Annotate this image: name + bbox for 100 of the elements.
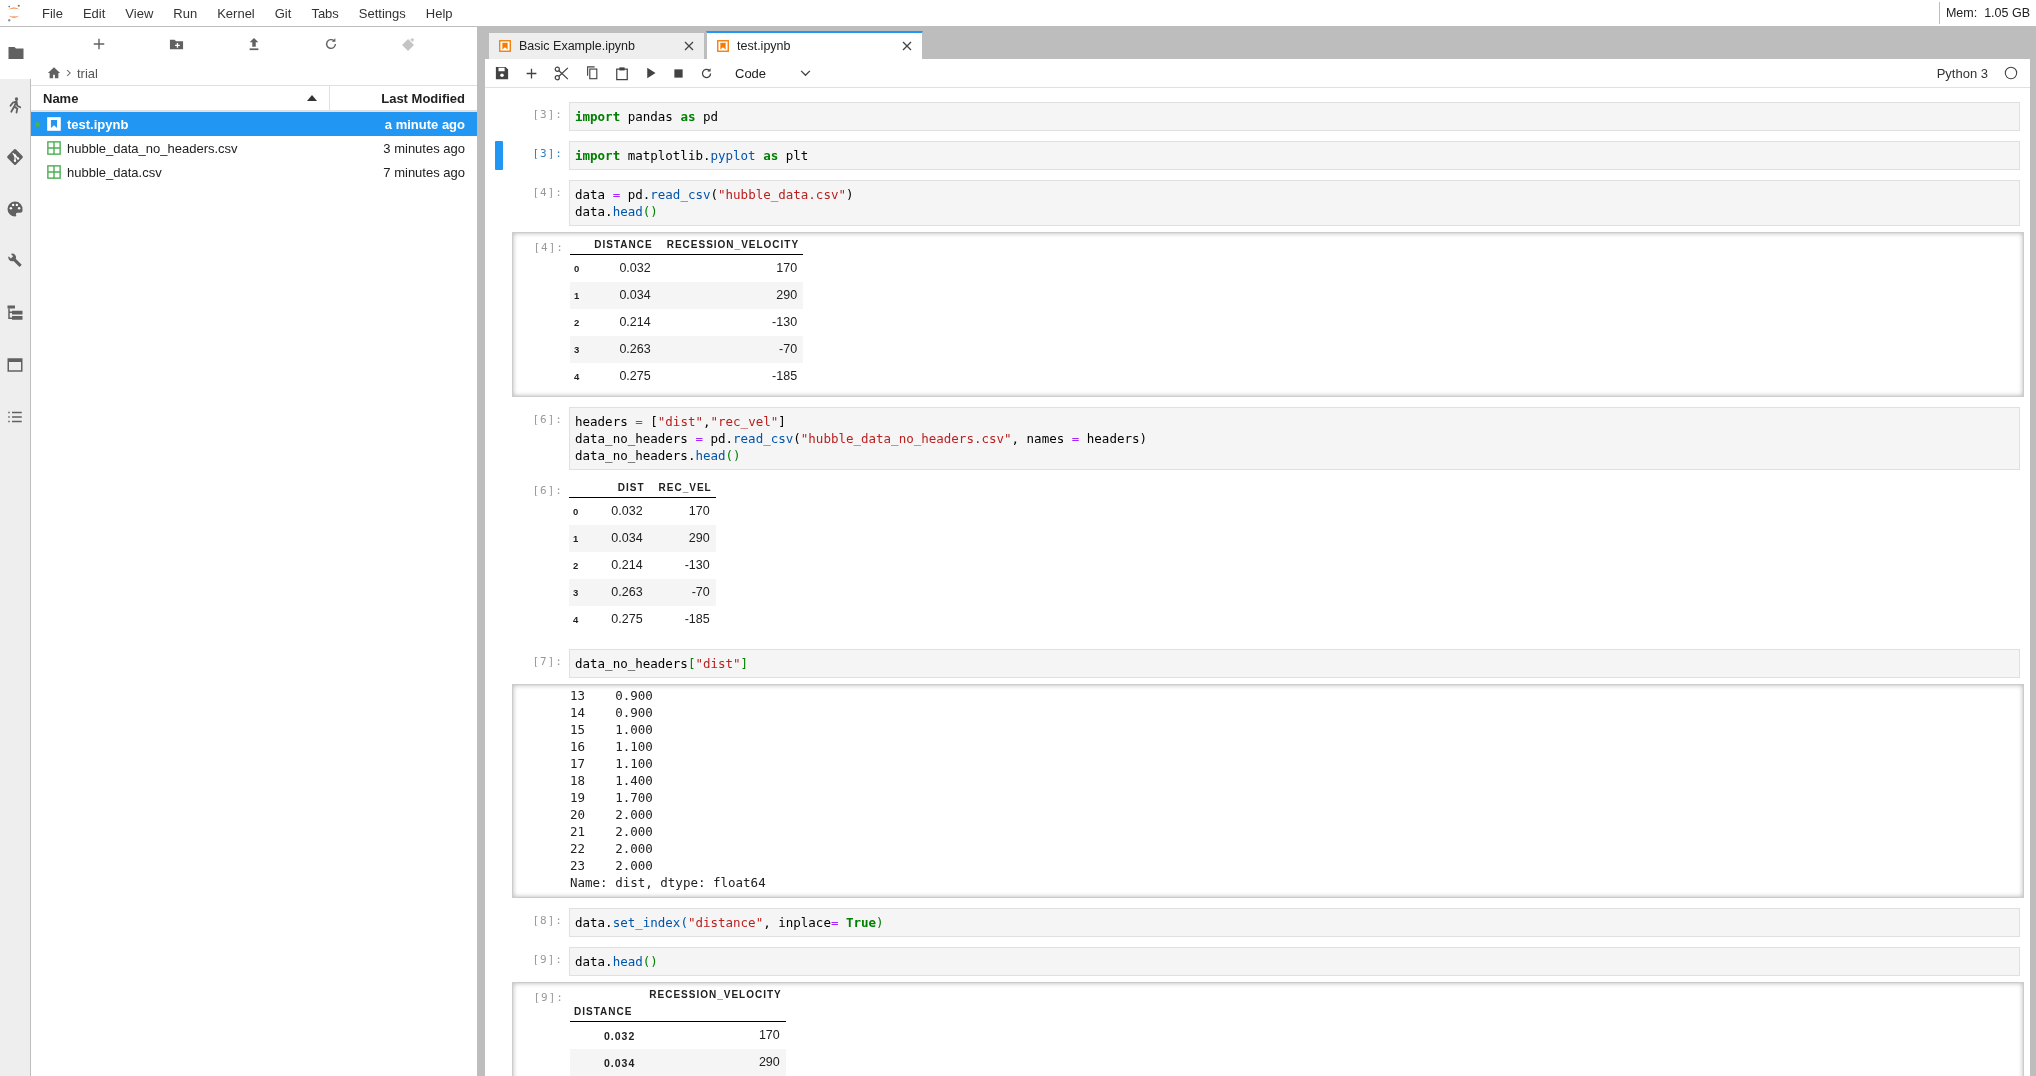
- copy-icon[interactable]: [585, 66, 599, 80]
- output-line: 22 2.000: [570, 840, 654, 857]
- table-cell: 0.263: [583, 579, 649, 606]
- input-prompt: [6]:: [531, 412, 564, 428]
- code-line: data.head(): [575, 953, 659, 970]
- plus-icon[interactable]: [525, 66, 538, 80]
- table-cell: -130: [656, 309, 804, 336]
- table-cell: 0.214: [584, 309, 657, 336]
- code-editor[interactable]: data = pd.read_csv("hubble_data.csv") data.head(): [569, 180, 2020, 226]
- table-cell: 0.032: [584, 254, 657, 282]
- table-cell: 0.263: [584, 336, 657, 363]
- cell-type-dropdown[interactable]: Code: [735, 65, 812, 81]
- breadcrumb-link[interactable]: trial: [77, 65, 98, 81]
- file-name: hubble_data.csv: [67, 164, 163, 180]
- table-cell: 290: [639, 1049, 786, 1076]
- output-line: 19 1.700: [570, 789, 654, 806]
- stop-icon[interactable]: [673, 67, 684, 79]
- folder-icon: [6, 44, 25, 62]
- output-line: 20 2.000: [570, 806, 654, 823]
- output-line: 23 2.000: [570, 857, 654, 874]
- tab-label: test.ipynb: [737, 39, 792, 53]
- refresh-icon[interactable]: [700, 66, 713, 80]
- run-icon[interactable]: [645, 67, 657, 79]
- code-editor[interactable]: data.head(): [569, 947, 2020, 976]
- activity-tab[interactable]: [0, 27, 31, 79]
- save-icon[interactable]: [495, 66, 509, 80]
- output-line: 16 1.100: [570, 738, 654, 755]
- code-line: data_no_headers["dist"]: [575, 655, 750, 672]
- file-modified: a minute ago: [384, 116, 466, 132]
- code-line: data.set_index("distance", inplace= True): [575, 914, 885, 931]
- code-editor[interactable]: import matplotlib.pyplot as plt: [569, 141, 2020, 170]
- code-line: import pandas as pd: [575, 108, 719, 125]
- output-prompt: [6]:: [532, 484, 563, 497]
- code-editor[interactable]: data.set_index("distance", inplace= True): [569, 908, 2020, 937]
- code-line: data = pd.read_csv("hubble_data.csv"): [575, 186, 855, 203]
- index-cell: 1: [570, 282, 585, 309]
- code-line: headers = ["dist","rec_vel"]: [575, 413, 787, 430]
- document-tab[interactable]: Basic Example.ipynb: [488, 32, 705, 59]
- table-cell: 290: [648, 525, 716, 552]
- table-cell: -185: [648, 606, 716, 633]
- close-icon[interactable]: [684, 41, 694, 51]
- output-prompt: [9]:: [533, 991, 564, 1004]
- sort-up-icon: [307, 95, 317, 101]
- index-cell: 4: [570, 363, 585, 390]
- menu-item[interactable]: Edit: [72, 5, 116, 21]
- file-modified: 7 minutes ago: [383, 164, 466, 180]
- index-cell: 0.034: [570, 1049, 640, 1076]
- menu-item[interactable]: Git: [264, 5, 302, 21]
- index-cell: 2: [569, 552, 584, 579]
- code-editor[interactable]: headers = ["dist","rec_vel"] data_no_headers = pd.read_csv("hubble_data_no_headers.csv", names = headers) data_no_headers.head(): [569, 407, 2020, 470]
- chevron-icon: [66, 69, 72, 77]
- menu-item[interactable]: Settings: [348, 5, 416, 21]
- palette-icon: [6, 200, 24, 218]
- table-cell: 170: [648, 497, 716, 525]
- table-cell: 0.032: [583, 497, 649, 525]
- table-cell: 170: [639, 1021, 786, 1049]
- file-row[interactable]: hubble_data.csv 7 minutes ago: [31, 160, 477, 184]
- menu-item[interactable]: Kernel: [207, 5, 265, 21]
- output-line: 14 0.900: [570, 704, 654, 721]
- index-cell: 3: [570, 336, 585, 363]
- code-line: data_no_headers.head(): [575, 447, 742, 464]
- column-header: RECESSION_VELOCITY: [648, 988, 783, 1002]
- menu-item[interactable]: Tabs: [301, 5, 349, 21]
- clipboard-icon[interactable]: [615, 65, 629, 81]
- home-icon[interactable]: [47, 66, 61, 80]
- table-cell: 0.214: [583, 552, 649, 579]
- column-header: DISTANCE: [584, 235, 657, 255]
- scissors-icon[interactable]: [554, 65, 569, 81]
- output-line: 21 2.000: [570, 823, 654, 840]
- wrench-icon: [6, 252, 24, 270]
- kernel-name[interactable]: Python 3: [1936, 65, 1988, 81]
- index-cell: 0.032: [570, 1021, 640, 1049]
- logo-icon: [6, 3, 22, 23]
- upload-icon[interactable]: [247, 37, 261, 51]
- menu-item[interactable]: Help: [415, 5, 463, 21]
- name-column-header[interactable]: Name: [31, 90, 307, 106]
- code-line: import matplotlib.pyplot as plt: [575, 147, 810, 164]
- modified-column-header[interactable]: Last Modified: [329, 86, 477, 110]
- caret-icon: [800, 69, 812, 77]
- menu-item[interactable]: File: [32, 5, 73, 21]
- input-prompt: [3]:: [531, 146, 564, 162]
- refresh-icon[interactable]: [323, 37, 338, 51]
- document-tab[interactable]: test.ipynb: [706, 31, 923, 59]
- code-editor[interactable]: data_no_headers["dist"]: [569, 649, 2020, 678]
- index-cell: 1: [569, 525, 584, 552]
- file-name: hubble_data_no_headers.csv: [67, 140, 239, 156]
- menu-item[interactable]: Run: [163, 5, 208, 21]
- index-cell: 4: [569, 606, 584, 633]
- tab-label: Basic Example.ipynb: [519, 39, 637, 53]
- menu-item[interactable]: View: [115, 5, 164, 21]
- table-cell: 170: [656, 254, 804, 282]
- index-name: DISTANCE: [570, 1004, 640, 1022]
- file-row[interactable]: hubble_data_no_headers.csv 3 minutes ago: [31, 136, 477, 160]
- close-icon[interactable]: [902, 41, 912, 51]
- table-cell: -130: [648, 552, 716, 579]
- output-line: 13 0.900: [570, 687, 654, 704]
- index-cell: 0: [570, 254, 585, 282]
- table-cell: 290: [656, 282, 804, 309]
- code-editor[interactable]: import pandas as pd: [569, 102, 2020, 131]
- code-line: data_no_headers = pd.read_csv("hubble_data_no_headers.csv", names = headers): [575, 430, 1148, 447]
